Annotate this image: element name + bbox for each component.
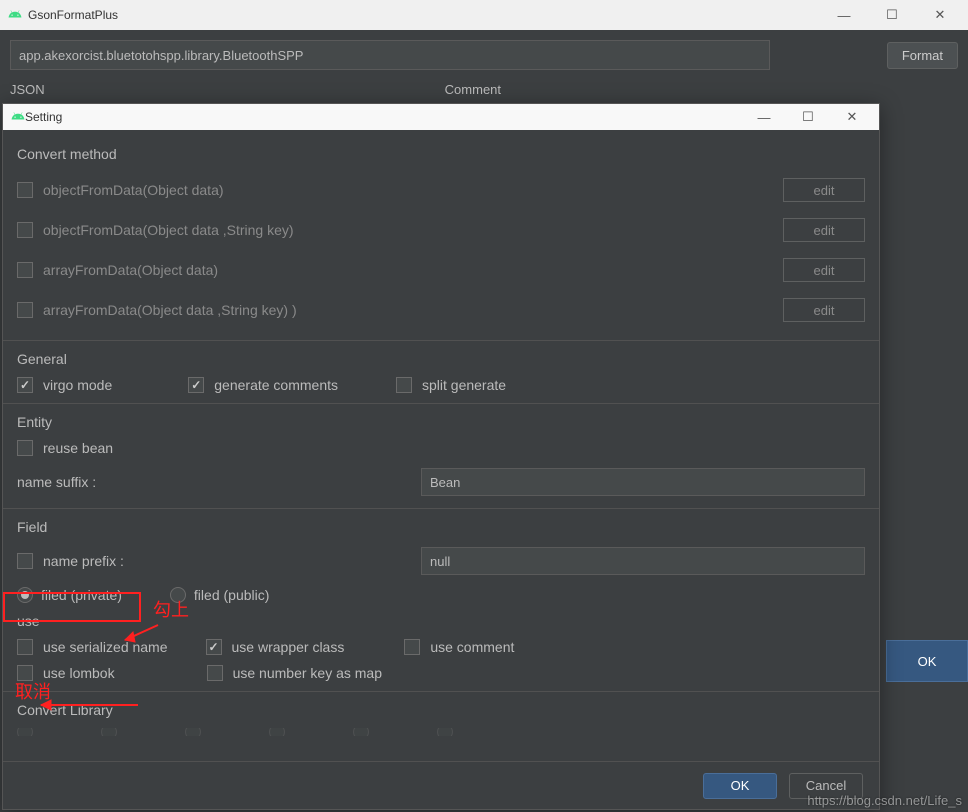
convert-library-heading: Convert Library [17, 702, 865, 718]
field-public-radio[interactable] [170, 587, 186, 603]
entity-heading: Entity [17, 414, 865, 430]
edit-button-1[interactable]: edit [783, 218, 865, 242]
tab-comment[interactable]: Comment [445, 82, 501, 97]
lib-radio-1[interactable] [101, 728, 117, 736]
dialog-maximize-button[interactable]: ☐ [789, 105, 827, 129]
lib-radio-4[interactable] [353, 728, 369, 736]
field-private-label: filed (private) [41, 587, 122, 603]
field-public-label: filed (public) [194, 587, 269, 603]
use-numberkey-checkbox[interactable] [207, 665, 223, 681]
method-checkbox-3[interactable] [17, 302, 33, 318]
convert-method-row-3: arrayFromData(Object data ,String key) )… [17, 290, 865, 330]
reuse-bean-label: reuse bean [43, 440, 113, 456]
use-wrapper-checkbox[interactable] [206, 639, 222, 655]
tab-json[interactable]: JSON [10, 82, 45, 97]
method-checkbox-0[interactable] [17, 182, 33, 198]
close-button[interactable]: ✕ [920, 1, 960, 29]
split-gen-label: split generate [422, 377, 506, 393]
edit-button-0[interactable]: edit [783, 178, 865, 202]
use-comment-label: use comment [430, 639, 514, 655]
virgo-label: virgo mode [43, 377, 112, 393]
maximize-button[interactable]: ☐ [872, 1, 912, 29]
setting-dialog: Setting — ☐ ✕ Convert method objectFromD… [2, 103, 880, 810]
gen-comments-label: generate comments [214, 377, 338, 393]
parent-titlebar: GsonFormatPlus — ☐ ✕ [0, 0, 968, 30]
convert-method-row-0: objectFromData(Object data) edit [17, 170, 865, 210]
edit-button-3[interactable]: edit [783, 298, 865, 322]
name-prefix-label: name prefix : [43, 553, 124, 569]
dialog-minimize-button[interactable]: — [745, 105, 783, 129]
parent-ok-button[interactable]: OK [886, 640, 968, 682]
format-button[interactable]: Format [887, 42, 958, 69]
dialog-body: Convert method objectFromData(Object dat… [3, 130, 879, 761]
dialog-footer: OK Cancel [3, 761, 879, 809]
reuse-bean-checkbox[interactable] [17, 440, 33, 456]
use-serialized-label: use serialized name [43, 639, 168, 655]
path-input[interactable] [10, 40, 770, 70]
minimize-button[interactable]: — [824, 1, 864, 29]
name-prefix-input[interactable] [421, 547, 865, 575]
convert-method-row-2: arrayFromData(Object data) edit [17, 250, 865, 290]
lib-radio-0[interactable] [17, 728, 33, 736]
dialog-ok-button[interactable]: OK [703, 773, 777, 799]
name-prefix-checkbox[interactable] [17, 553, 33, 569]
use-heading: use [17, 613, 865, 629]
lib-radio-2[interactable] [185, 728, 201, 736]
method-checkbox-1[interactable] [17, 222, 33, 238]
method-label: arrayFromData(Object data) [43, 262, 218, 278]
watermark: https://blog.csdn.net/Life_s [807, 793, 962, 808]
lib-radio-3[interactable] [269, 728, 285, 736]
dialog-titlebar: Setting — ☐ ✕ [3, 104, 879, 130]
dialog-close-button[interactable]: ✕ [833, 105, 871, 129]
name-suffix-input[interactable] [421, 468, 865, 496]
lib-radio-5[interactable] [437, 728, 453, 736]
method-label: objectFromData(Object data) [43, 182, 224, 198]
method-checkbox-2[interactable] [17, 262, 33, 278]
android-icon [8, 7, 22, 24]
parent-title: GsonFormatPlus [28, 8, 118, 22]
use-comment-checkbox[interactable] [404, 639, 420, 655]
field-private-radio[interactable] [17, 587, 33, 603]
dialog-title: Setting [25, 110, 62, 124]
method-label: objectFromData(Object data ,String key) [43, 222, 294, 238]
method-label: arrayFromData(Object data ,String key) ) [43, 302, 297, 318]
use-lombok-label: use lombok [43, 665, 115, 681]
convert-method-row-1: objectFromData(Object data ,String key) … [17, 210, 865, 250]
use-lombok-checkbox[interactable] [17, 665, 33, 681]
virgo-checkbox[interactable] [17, 377, 33, 393]
field-heading: Field [17, 519, 865, 535]
android-icon [11, 109, 25, 126]
use-wrapper-label: use wrapper class [232, 639, 345, 655]
gen-comments-checkbox[interactable] [188, 377, 204, 393]
edit-button-2[interactable]: edit [783, 258, 865, 282]
split-gen-checkbox[interactable] [396, 377, 412, 393]
general-heading: General [17, 351, 865, 367]
use-serialized-checkbox[interactable] [17, 639, 33, 655]
use-numberkey-label: use number key as map [233, 665, 382, 681]
convert-method-heading: Convert method [17, 146, 865, 162]
name-suffix-label: name suffix : [17, 474, 421, 490]
